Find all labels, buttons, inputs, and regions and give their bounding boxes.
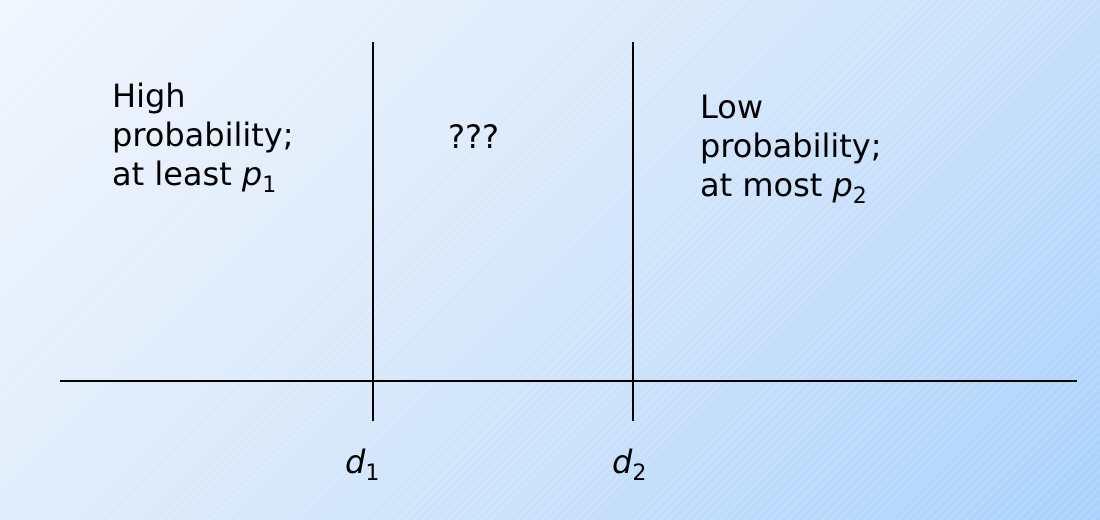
p2-sub: 2 bbox=[852, 184, 867, 209]
p1-sub: 1 bbox=[262, 173, 277, 198]
high-label-line1: High bbox=[112, 77, 186, 115]
unknown-region-label: ??? bbox=[448, 118, 499, 157]
distance-axis bbox=[60, 380, 1077, 382]
tick-label-d1: d1 bbox=[345, 442, 379, 485]
p1-var: p bbox=[241, 155, 263, 193]
high-label-line3: at least p1 bbox=[112, 155, 294, 197]
d1-sub: 1 bbox=[365, 461, 380, 486]
high-label-prefix: at least bbox=[112, 155, 242, 193]
low-probability-label: Low probability; at most p2 bbox=[700, 88, 882, 208]
p2-var: p bbox=[832, 166, 853, 204]
low-label-line2: probability; bbox=[700, 127, 882, 165]
tick-label-d2: d2 bbox=[612, 442, 646, 485]
low-label-prefix: at most bbox=[700, 166, 833, 204]
low-label-line1: Low bbox=[700, 88, 764, 126]
d2-sub: 2 bbox=[632, 461, 647, 486]
boundary-line-d2 bbox=[632, 42, 634, 421]
unknown-text: ??? bbox=[448, 118, 499, 156]
boundary-line-d1 bbox=[372, 42, 374, 421]
d1-var: d bbox=[345, 443, 366, 481]
low-label-line3: at most p2 bbox=[700, 166, 882, 208]
high-probability-label: High probability; at least p1 bbox=[112, 77, 294, 197]
d2-var: d bbox=[612, 443, 633, 481]
high-label-line2: probability; bbox=[112, 116, 294, 154]
